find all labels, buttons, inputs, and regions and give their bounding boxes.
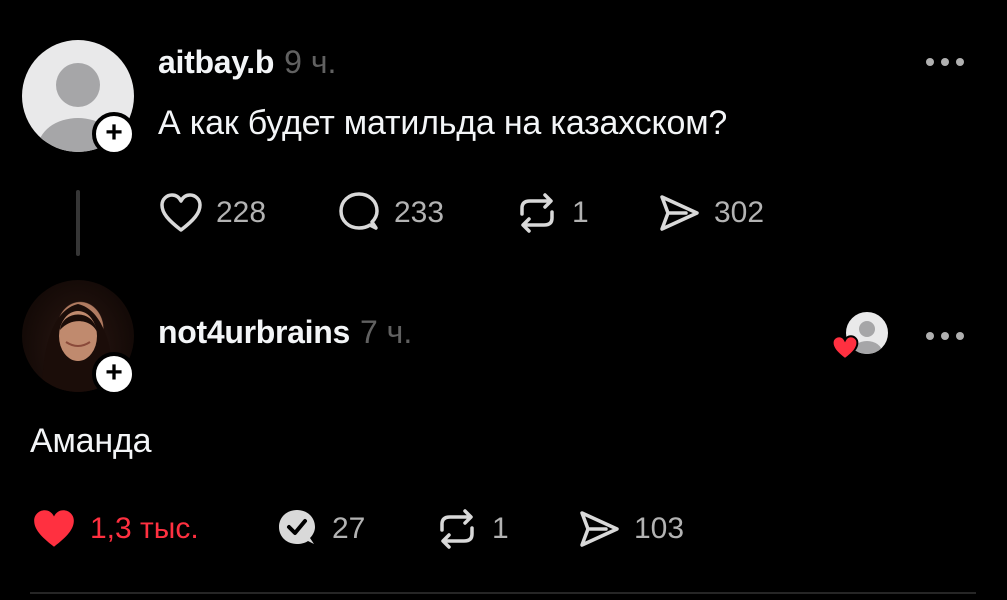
repost-count: 1	[572, 196, 589, 229]
reply-repost-button[interactable]: 1	[434, 506, 576, 552]
post-header: aitbay.b 9 ч.	[158, 44, 336, 81]
reply-time: 7 ч.	[359, 314, 413, 350]
thread-line	[76, 190, 80, 256]
reply-comment-count: 27	[332, 512, 366, 545]
reply-repost-count: 1	[492, 512, 509, 545]
heart-icon	[160, 193, 202, 232]
share-send-icon	[660, 195, 699, 231]
share-button[interactable]: 302	[656, 190, 764, 236]
comment-count: 233	[394, 196, 445, 229]
comment-button[interactable]: 233	[336, 190, 514, 236]
bottom-divider	[30, 592, 976, 594]
share-count: 302	[714, 196, 765, 229]
reply-share-count: 103	[634, 512, 685, 545]
repost-icon	[520, 193, 554, 233]
post-username[interactable]: aitbay.b	[158, 44, 274, 81]
post-time: 9 ч.	[284, 44, 337, 80]
reply-text: Аманда	[30, 422, 152, 460]
post-text: А как будет матильда на казахском?	[158, 104, 728, 142]
reply-comment-button[interactable]: 27	[274, 506, 434, 552]
post-actions: 228 233 1 302	[158, 190, 764, 236]
reply-like-count: 1,3 тыс.	[90, 512, 199, 545]
reply-actions: 1,3 тыс. 27 1 103	[30, 506, 684, 552]
reply-username[interactable]: not4urbrains	[158, 314, 350, 351]
follow-plus-button-reply[interactable]: +	[92, 352, 136, 396]
heart-filled-icon	[831, 335, 859, 361]
heart-filled-icon	[34, 510, 74, 547]
reply-more-options-button[interactable]	[924, 322, 966, 348]
repost-button[interactable]: 1	[514, 190, 656, 236]
reply-header: not4urbrains 7 ч.	[158, 314, 412, 351]
more-horizontal-icon	[926, 58, 964, 66]
comment-check-icon	[279, 510, 315, 544]
like-button[interactable]: 228	[158, 192, 336, 234]
more-options-button[interactable]	[924, 48, 966, 74]
author-liked-badge	[830, 334, 860, 367]
comment-icon	[339, 192, 379, 230]
like-count: 228	[216, 196, 267, 229]
more-horizontal-icon	[926, 332, 964, 340]
follow-plus-button[interactable]: +	[92, 112, 136, 156]
reply-share-button[interactable]: 103	[576, 506, 684, 552]
reply-like-button[interactable]: 1,3 тыс.	[30, 507, 274, 551]
share-send-icon	[580, 511, 619, 547]
repost-icon	[440, 509, 474, 549]
